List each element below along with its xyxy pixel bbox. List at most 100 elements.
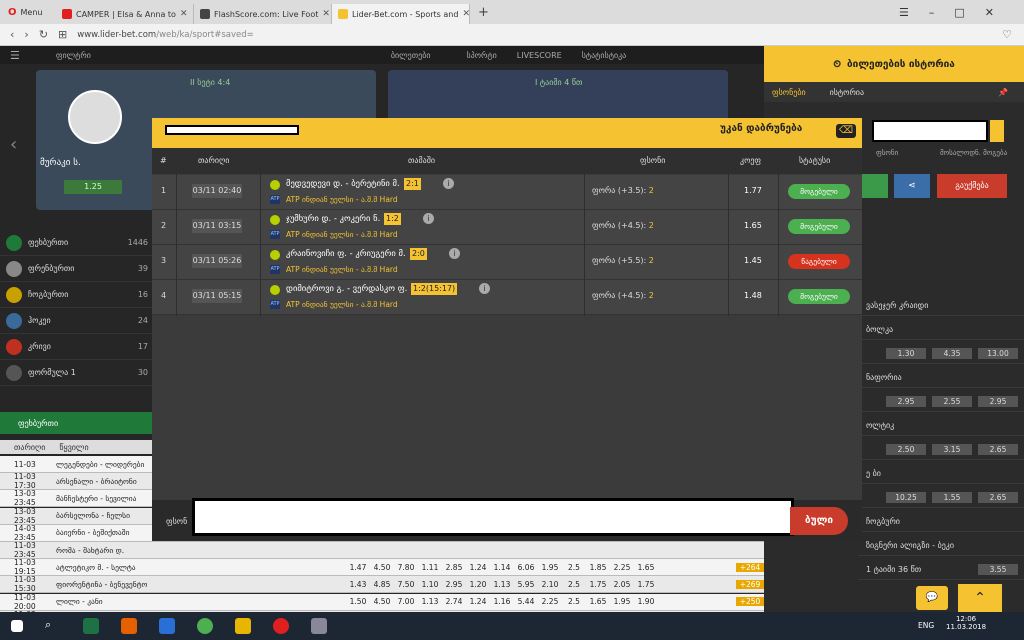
row-odd[interactable]: 4.50 — [370, 597, 394, 606]
info-icon[interactable]: i — [423, 213, 434, 224]
prev-arrow-icon[interactable]: ‹ — [10, 134, 17, 155]
right-odd[interactable]: 13.00 — [978, 348, 1018, 359]
right-odd[interactable]: 4.35 — [932, 348, 972, 359]
match1-odd-button[interactable]: 1.25 — [64, 180, 122, 194]
close-icon[interactable]: ⌫ — [836, 124, 856, 138]
row-odd[interactable]: 1.20 — [466, 580, 490, 589]
right-odds-row[interactable]: ოლტიკ — [858, 416, 1024, 436]
heart-icon[interactable]: ♡ — [1002, 28, 1012, 41]
list-row[interactable]: 11-03 20:00 ლილი - კანი 1.50 4.50 7.00 1.13 2.… — [0, 593, 764, 611]
row-more[interactable]: +269 — [736, 579, 764, 589]
right-odds-row[interactable]: 2.95 2.55 2.95 — [858, 392, 1024, 412]
browser-tab-1[interactable]: CAMPER | Elsa & Anna to ✕ — [56, 4, 194, 24]
nav-livescore[interactable]: LIVESCORE — [517, 51, 562, 60]
modal-row[interactable]: 2 03/11 03:15 ჯუმხური დ. - კოკერი ნ. 1:2 i AT… — [152, 210, 862, 245]
row-odd[interactable]: 1.10 — [418, 580, 442, 589]
right-odd[interactable]: 1.30 — [886, 348, 926, 359]
excel-icon[interactable] — [83, 618, 99, 634]
row-odd[interactable]: 1.24 — [466, 563, 490, 572]
right-odd[interactable]: 2.55 — [932, 396, 972, 407]
pin-icon[interactable]: 📌 — [998, 88, 1008, 97]
close-tab-icon[interactable]: ✕ — [462, 9, 469, 19]
sport-football[interactable]: ფეხბურთი 1446 — [0, 230, 152, 256]
row-odd[interactable]: 1.85 — [586, 563, 610, 572]
right-odds-row[interactable]: 1 ტაიმი 36 წთ 3.55 — [858, 560, 1024, 580]
info-icon[interactable]: i — [479, 283, 490, 294]
nav-tickets[interactable]: ბილეთები — [391, 51, 431, 60]
row-odd[interactable]: 1.11 — [418, 563, 442, 572]
ticket-code-field[interactable] — [872, 120, 988, 142]
right-odd[interactable]: 3.15 — [932, 444, 972, 455]
info-icon[interactable]: i — [443, 178, 454, 189]
new-tab-icon[interactable]: + — [478, 5, 489, 20]
tab-bets[interactable]: ფსონები — [772, 88, 806, 97]
opera-icon[interactable] — [273, 618, 289, 634]
ticket-history-header[interactable]: ⏲ ბილეთების ისტორია — [764, 46, 1024, 82]
back-button[interactable]: უკან დაბრუნება — [720, 123, 802, 134]
row-odd[interactable]: 1.95 — [610, 597, 634, 606]
row-odd[interactable]: 2.74 — [442, 597, 466, 606]
firefox-icon[interactable] — [121, 618, 137, 634]
right-odds-row[interactable]: ნაფორია — [858, 368, 1024, 388]
row-odd[interactable]: 2.5 — [562, 597, 586, 606]
row-odd[interactable]: 1.75 — [634, 580, 658, 589]
share-button[interactable]: ⋖ — [894, 174, 930, 198]
row-odd[interactable]: 4.85 — [370, 580, 394, 589]
nav-statistics[interactable]: სტატისტიკა — [582, 51, 627, 60]
sport-volleyball[interactable]: ფრენბურთი 39 — [0, 256, 152, 282]
system-clock[interactable]: 12:06 11.03.2018 — [946, 615, 986, 631]
search-button[interactable]: ბული — [790, 507, 848, 535]
modal-row[interactable]: 3 03/11 05:26 კრაინოვიჩი ფ. - კრიუგერი მ. 2… — [152, 245, 862, 280]
row-odd[interactable]: 1.24 — [466, 597, 490, 606]
row-odd[interactable]: 1.13 — [490, 580, 514, 589]
tab-history[interactable]: ისტორია — [830, 88, 864, 97]
right-odds-row[interactable]: 2.50 3.15 2.65 — [858, 440, 1024, 460]
scroll-top-icon[interactable]: ⌃ — [958, 584, 1002, 612]
info-icon[interactable]: i — [449, 248, 460, 259]
row-odd[interactable]: 2.05 — [610, 580, 634, 589]
forward-icon[interactable]: › — [24, 28, 28, 41]
row-more[interactable]: +250 — [736, 597, 764, 607]
edge-icon[interactable] — [159, 618, 175, 634]
right-odds-row[interactable]: 10.25 1.55 2.65 — [858, 488, 1024, 508]
row-odd[interactable]: 1.43 — [346, 580, 370, 589]
right-odd[interactable]: 2.95 — [978, 396, 1018, 407]
modal-row[interactable]: 1 03/11 02:40 მედვედევი დ. - ბერეტინი მ. 2:… — [152, 175, 862, 210]
opera-menu-button[interactable]: O Menu — [0, 7, 56, 18]
sport-hockey[interactable]: ჰოკეი 24 — [0, 308, 152, 334]
close-tab-icon[interactable]: ✕ — [180, 9, 188, 19]
row-odd[interactable]: 1.14 — [490, 563, 514, 572]
hamburger-icon[interactable]: ☰ — [10, 49, 20, 62]
search-icon[interactable]: ⌕ — [45, 618, 61, 634]
right-odds-row[interactable]: ე ბი — [858, 464, 1024, 484]
grid-icon[interactable]: ⊞ — [58, 28, 67, 41]
explorer-icon[interactable] — [235, 618, 251, 634]
right-odd[interactable]: 3.55 — [978, 564, 1018, 575]
app-icon[interactable] — [311, 618, 327, 634]
row-odd[interactable]: 2.25 — [538, 597, 562, 606]
right-odds-row[interactable]: ვასეჯერ კრაიდი — [858, 296, 1024, 316]
sport-formula1[interactable]: ფორმულა 1 30 — [0, 360, 152, 386]
right-odd[interactable]: 1.55 — [932, 492, 972, 503]
right-odd[interactable]: 2.65 — [978, 492, 1018, 503]
right-odds-row[interactable]: ბოლკა — [858, 320, 1024, 340]
list-row[interactable]: 11-03 19:15 ატლეტიკო მ. - სელტა 1.47 4.50 7.… — [0, 558, 764, 577]
right-odds-row[interactable]: ჩოგბური — [858, 512, 1024, 532]
browser-tab-3[interactable]: Lider-Bet.com - Sports and ✕ — [332, 4, 470, 24]
row-odd[interactable]: 7.80 — [394, 563, 418, 572]
window-controls[interactable]: ☰–□✕ — [899, 6, 1014, 19]
row-more[interactable]: +264 — [736, 562, 764, 572]
cancel-button[interactable]: გაუქმება — [937, 174, 1007, 198]
row-odd[interactable]: 6.06 — [514, 563, 538, 572]
nav-filter[interactable]: ფილტრი — [56, 51, 91, 60]
row-odd[interactable]: 1.65 — [586, 597, 610, 606]
row-odd[interactable]: 1.95 — [538, 563, 562, 572]
row-odd[interactable]: 1.50 — [346, 597, 370, 606]
close-tab-icon[interactable]: ✕ — [322, 9, 330, 19]
row-odd[interactable]: 4.50 — [370, 563, 394, 572]
row-odd[interactable]: 5.44 — [514, 597, 538, 606]
row-odd[interactable]: 1.16 — [490, 597, 514, 606]
language-indicator[interactable]: ENG — [918, 621, 934, 630]
row-odd[interactable]: 2.25 — [610, 563, 634, 572]
row-odd[interactable]: 2.95 — [442, 580, 466, 589]
